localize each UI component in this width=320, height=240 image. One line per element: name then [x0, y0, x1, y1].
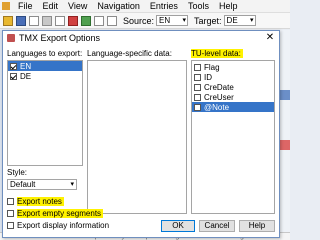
language-specific-list[interactable] — [87, 60, 187, 214]
search-icon[interactable] — [94, 15, 104, 26]
checkbox-creuser[interactable] — [194, 93, 201, 101]
open-folder-icon[interactable] — [3, 15, 13, 26]
target-label: Target: — [194, 15, 222, 26]
language-label: EN — [20, 61, 32, 71]
checkbox-credate[interactable] — [194, 83, 201, 91]
list-item-tu-id[interactable]: ID — [192, 72, 274, 82]
settings-icon[interactable] — [107, 15, 117, 26]
menu-file[interactable]: File — [13, 1, 38, 11]
save-icon[interactable] — [16, 15, 26, 26]
checkbox-note[interactable] — [194, 103, 201, 111]
dialog-title: TMX Export Options — [19, 33, 101, 43]
cancel-button[interactable]: Cancel — [199, 220, 235, 232]
target-language-value: DE — [226, 16, 238, 25]
style-value: Default — [10, 180, 36, 189]
source-language-value: EN — [159, 16, 171, 25]
checkbox-flag[interactable] — [194, 63, 201, 71]
list-item-language-de[interactable]: DE — [8, 71, 82, 81]
list-item-tu-creuser[interactable]: CreUser — [192, 92, 274, 102]
tu-item-label: CreUser — [204, 92, 234, 102]
checkbox-export-display-info[interactable] — [7, 221, 14, 229]
tu-level-label: TU-level data: — [191, 49, 243, 58]
menu-bar: File Edit View Navigation Entries Tools … — [0, 0, 290, 13]
list-item-language-en[interactable]: EN — [8, 61, 82, 71]
tu-item-label: @Note — [204, 102, 230, 112]
export-notes-label: Export notes — [17, 196, 64, 206]
export-display-info-label: Export display information — [17, 220, 110, 230]
tmx-export-dialog: TMX Export Options ✕ Languages to export… — [2, 30, 280, 238]
app-icon — [7, 34, 15, 42]
chevron-down-icon: ▾ — [182, 17, 187, 24]
style-select[interactable]: Default ▾ — [7, 179, 77, 190]
source-label: Source: — [123, 15, 155, 26]
print-icon[interactable] — [29, 15, 39, 26]
export-empty-segments-option[interactable]: Export empty segments — [7, 208, 104, 218]
app-icon — [2, 2, 10, 10]
source-language-select[interactable]: EN ▾ — [156, 15, 189, 26]
tu-item-label: CreDate — [204, 82, 234, 92]
dialog-body: Languages to export: EN DE Language-spec… — [3, 45, 279, 237]
background-scroll-area — [280, 30, 290, 240]
chevron-down-icon: ▾ — [70, 181, 74, 188]
menu-edit[interactable]: Edit — [38, 1, 64, 11]
copy-icon[interactable] — [55, 15, 65, 26]
menu-tools[interactable]: Tools — [183, 1, 214, 11]
list-item-tu-flag[interactable]: Flag — [192, 62, 274, 72]
export-display-info-option[interactable]: Export display information — [7, 220, 109, 230]
cut-icon[interactable] — [42, 15, 52, 26]
list-item-tu-credate[interactable]: CreDate — [192, 82, 274, 92]
background-marker — [280, 90, 290, 100]
ok-button[interactable]: OK — [161, 220, 195, 232]
export-notes-option[interactable]: Export notes — [7, 196, 64, 206]
checkbox-en[interactable] — [10, 62, 17, 70]
language-specific-label: Language-specific data: — [87, 49, 172, 58]
tu-item-label: ID — [204, 72, 212, 82]
menu-view[interactable]: View — [63, 1, 92, 11]
menu-navigation[interactable]: Navigation — [92, 1, 145, 11]
add-icon[interactable] — [81, 15, 91, 26]
dialog-titlebar[interactable]: TMX Export Options ✕ — [3, 31, 279, 45]
delete-icon[interactable] — [68, 15, 78, 26]
target-language-select[interactable]: DE ▾ — [223, 15, 256, 26]
chevron-down-icon: ▾ — [250, 17, 254, 24]
close-icon[interactable]: ✕ — [263, 32, 277, 44]
style-label: Style: — [7, 168, 28, 177]
export-empty-segments-label: Export empty segments — [17, 208, 104, 218]
help-button[interactable]: Help — [239, 220, 275, 232]
background-marker — [280, 140, 290, 150]
tu-level-list[interactable]: Flag ID CreDate CreUser @Note — [191, 60, 275, 214]
checkbox-export-empty-segments[interactable] — [7, 209, 14, 217]
list-item-tu-note[interactable]: @Note — [192, 102, 274, 112]
languages-label: Languages to export: — [7, 49, 83, 58]
menu-entries[interactable]: Entries — [145, 1, 183, 11]
languages-list[interactable]: EN DE — [7, 60, 83, 166]
tu-item-label: Flag — [204, 62, 220, 72]
checkbox-de[interactable] — [10, 72, 17, 80]
checkbox-id[interactable] — [194, 73, 201, 81]
toolbar: Source: EN ▾ Target: DE ▾ — [0, 13, 290, 29]
menu-help[interactable]: Help — [214, 1, 243, 11]
checkbox-export-notes[interactable] — [7, 197, 14, 205]
language-label: DE — [20, 71, 32, 81]
